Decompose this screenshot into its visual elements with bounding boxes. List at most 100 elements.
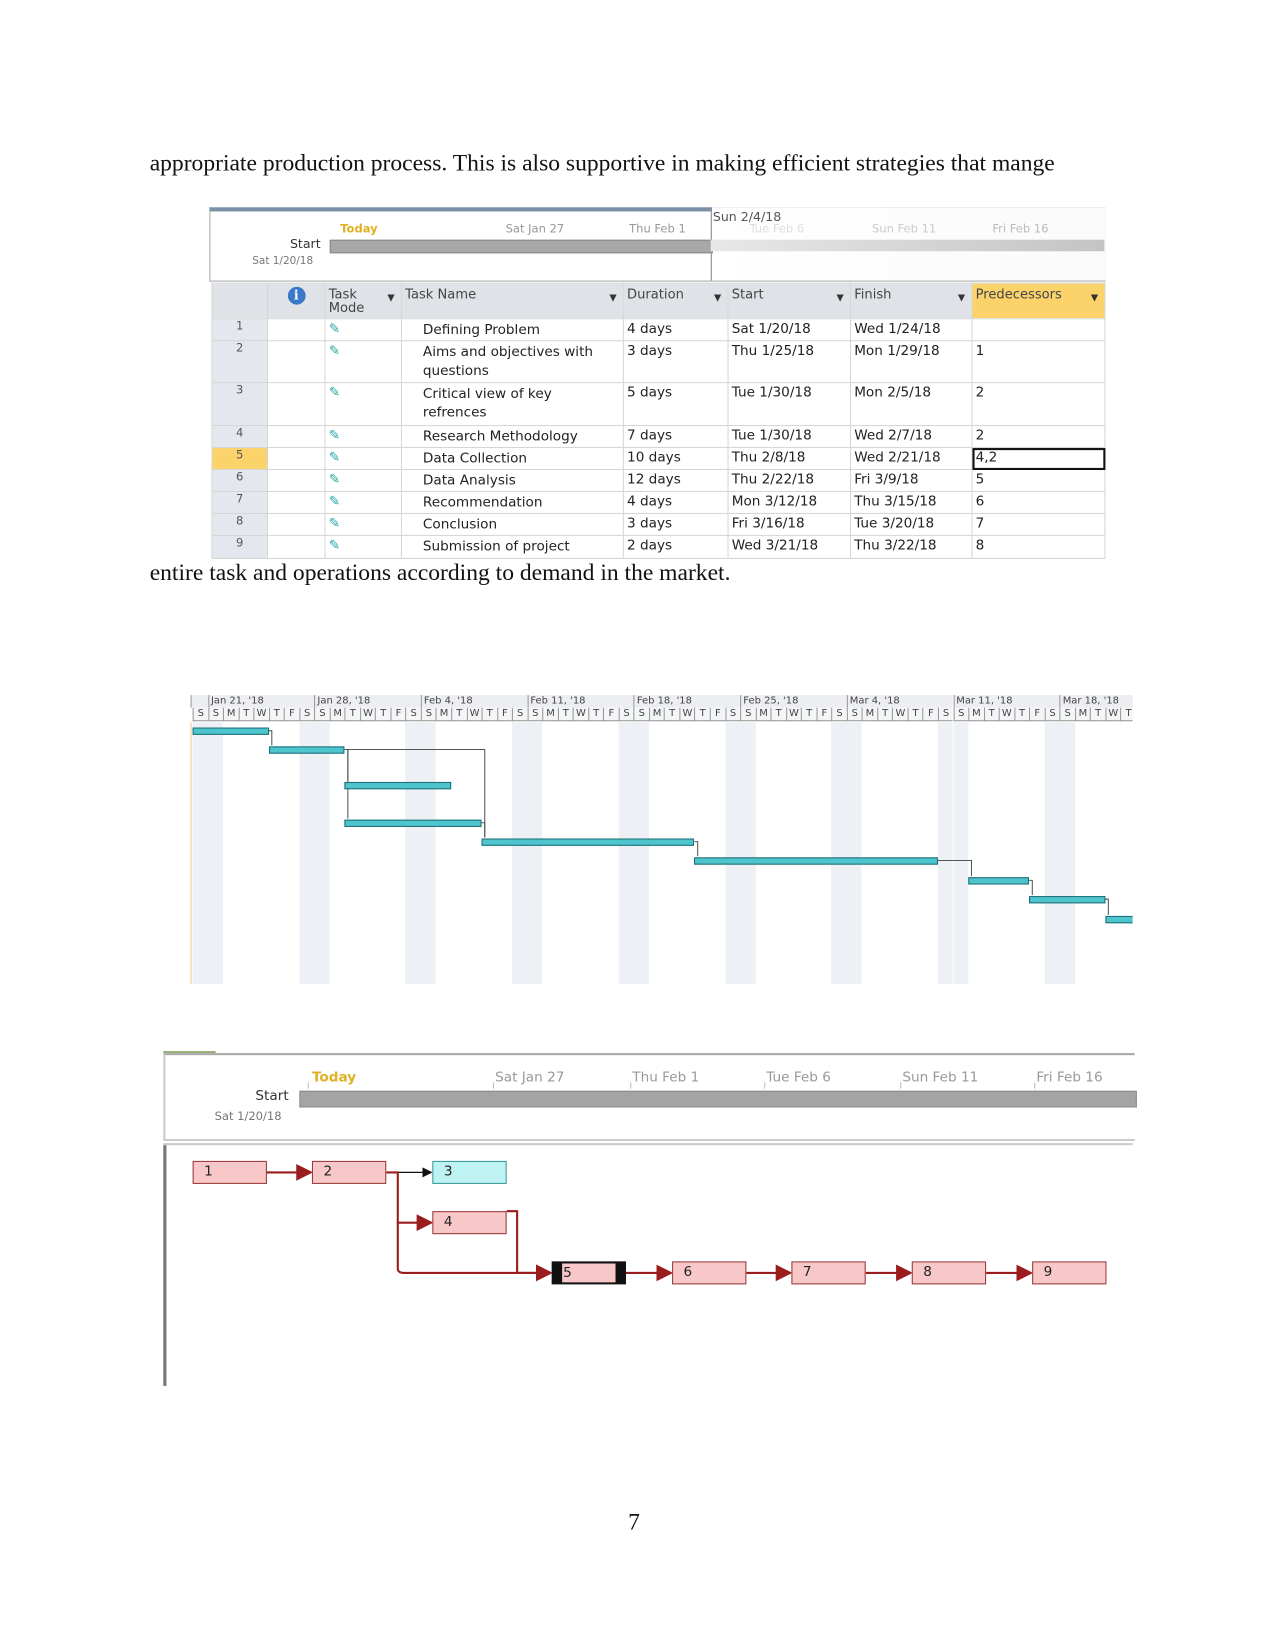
task-bar[interactable] xyxy=(192,727,269,735)
task-mode-cell[interactable]: ✎ xyxy=(324,318,402,342)
task-mode-cell[interactable]: ✎ xyxy=(324,490,402,514)
task-bar[interactable] xyxy=(268,746,345,754)
row-number[interactable]: 3 xyxy=(211,382,268,427)
task-mode-cell[interactable]: ✎ xyxy=(324,340,402,384)
task-row[interactable]: 9 ✎ Submission of project 2 days Wed 3/21/18… xyxy=(211,534,1106,559)
predecessors-cell[interactable]: 4,2 xyxy=(971,446,1106,471)
start-cell[interactable]: Tue 1/30/18 xyxy=(727,425,852,449)
column-finish[interactable]: Finish ▼ xyxy=(850,282,973,320)
finish-cell[interactable]: Tue 3/20/18 xyxy=(850,512,973,536)
task-mode-cell[interactable]: ✎ xyxy=(324,512,402,536)
task-name-cell[interactable]: Aims and objectives with questions xyxy=(400,340,624,384)
task-bar[interactable] xyxy=(1029,896,1106,904)
task-bar[interactable] xyxy=(694,857,938,865)
task-bar[interactable] xyxy=(481,838,695,846)
predecessors-cell[interactable]: 2 xyxy=(971,382,1106,427)
task-row[interactable]: 3 ✎ Critical view of key refrences 5 days Tu… xyxy=(211,382,1106,427)
dropdown-arrow-icon[interactable]: ▼ xyxy=(387,292,394,306)
dropdown-arrow-icon[interactable]: ▼ xyxy=(609,292,616,306)
start-cell[interactable]: Tue 1/30/18 xyxy=(727,382,852,427)
finish-cell[interactable]: Thu 3/22/18 xyxy=(850,534,973,559)
finish-cell[interactable]: Mon 2/5/18 xyxy=(850,382,973,427)
start-cell[interactable]: Thu 2/22/18 xyxy=(727,468,852,492)
task-name-cell[interactable]: Conclusion xyxy=(400,512,624,536)
column-predecessors[interactable]: Predecessors ▼ xyxy=(971,282,1106,320)
network-node-6[interactable]: 6 xyxy=(672,1261,747,1285)
row-number[interactable]: 8 xyxy=(211,512,268,536)
predecessors-cell[interactable] xyxy=(971,318,1106,342)
row-number[interactable]: 6 xyxy=(211,468,268,492)
network-node-8[interactable]: 8 xyxy=(911,1261,987,1285)
finish-cell[interactable]: Thu 3/15/18 xyxy=(850,490,973,514)
task-row[interactable]: 1 ✎ Defining Problem 4 days Sat 1/20/18 Wed 1… xyxy=(211,318,1106,342)
predecessors-cell[interactable]: 8 xyxy=(971,534,1106,559)
task-mode-cell[interactable]: ✎ xyxy=(324,468,402,492)
dropdown-arrow-icon[interactable]: ▼ xyxy=(714,292,721,306)
network-node-7[interactable]: 7 xyxy=(791,1261,866,1285)
network-node-2[interactable]: 2 xyxy=(311,1160,387,1184)
row-number[interactable]: 5 xyxy=(211,446,268,471)
task-name-cell[interactable]: Data Collection xyxy=(400,446,624,471)
task-bar[interactable] xyxy=(1105,915,1133,924)
network-node-5[interactable]: 5 xyxy=(551,1261,626,1285)
task-mode-cell[interactable]: ✎ xyxy=(324,534,402,559)
start-cell[interactable]: Wed 3/21/18 xyxy=(727,534,852,559)
start-cell[interactable]: Sat 1/20/18 xyxy=(727,318,852,342)
dropdown-arrow-icon[interactable]: ▼ xyxy=(1091,292,1098,306)
duration-cell[interactable]: 4 days xyxy=(622,490,729,514)
finish-cell[interactable]: Wed 2/7/18 xyxy=(850,425,973,449)
duration-cell[interactable]: 7 days xyxy=(622,425,729,449)
task-bar[interactable] xyxy=(344,819,482,827)
network-node-3[interactable]: 3 xyxy=(432,1160,507,1184)
network-node-4[interactable]: 4 xyxy=(432,1211,507,1235)
finish-cell[interactable]: Fri 3/9/18 xyxy=(850,468,973,492)
start-cell[interactable]: Thu 2/8/18 xyxy=(727,446,852,471)
start-cell[interactable]: Fri 3/16/18 xyxy=(727,512,852,536)
column-duration[interactable]: Duration ▼ xyxy=(622,282,729,320)
task-mode-cell[interactable]: ✎ xyxy=(324,425,402,449)
finish-cell[interactable]: Wed 1/24/18 xyxy=(850,318,973,342)
duration-cell[interactable]: 2 days xyxy=(622,534,729,559)
task-row[interactable]: 4 ✎ Research Methodology 7 days Tue 1/30/18 W… xyxy=(211,425,1106,449)
duration-cell[interactable]: 4 days xyxy=(622,318,729,342)
task-name-cell[interactable]: Research Methodology xyxy=(400,425,624,449)
network-node-9[interactable]: 9 xyxy=(1032,1261,1107,1285)
duration-cell[interactable]: 10 days xyxy=(622,446,729,471)
predecessors-cell[interactable]: 2 xyxy=(971,425,1106,449)
row-number[interactable]: 9 xyxy=(211,534,268,559)
task-row[interactable]: 2 ✎ Aims and objectives with questions 3 da… xyxy=(211,340,1106,384)
task-row[interactable]: 6 ✎ Data Analysis 12 days Thu 2/22/18 Fri 3/9… xyxy=(211,468,1106,492)
row-number[interactable]: 2 xyxy=(211,340,268,384)
duration-cell[interactable]: 3 days xyxy=(622,512,729,536)
network-node-1[interactable]: 1 xyxy=(192,1160,267,1184)
task-name-cell[interactable]: Data Analysis xyxy=(400,468,624,492)
duration-cell[interactable]: 3 days xyxy=(622,340,729,384)
dropdown-arrow-icon[interactable]: ▼ xyxy=(836,292,843,306)
predecessors-cell[interactable]: 6 xyxy=(971,490,1106,514)
row-number[interactable]: 1 xyxy=(211,318,268,342)
duration-cell[interactable]: 12 days xyxy=(622,468,729,492)
start-cell[interactable]: Mon 3/12/18 xyxy=(727,490,852,514)
predecessors-cell[interactable]: 1 xyxy=(971,340,1106,384)
task-mode-cell[interactable]: ✎ xyxy=(324,446,402,471)
duration-cell[interactable]: 5 days xyxy=(622,382,729,427)
task-mode-cell[interactable]: ✎ xyxy=(324,382,402,427)
task-row[interactable]: 8 ✎ Conclusion 3 days Fri 3/16/18 Tue 3/20/18… xyxy=(211,512,1106,536)
task-bar[interactable] xyxy=(968,877,1030,885)
task-name-cell[interactable]: Defining Problem xyxy=(400,318,624,342)
task-row[interactable]: 5 ✎ Data Collection 10 days Thu 2/8/18 Wed 2/… xyxy=(211,446,1106,471)
column-task-name[interactable]: Task Name ▼ xyxy=(400,282,624,320)
start-cell[interactable]: Thu 1/25/18 xyxy=(727,340,852,384)
predecessors-cell[interactable]: 7 xyxy=(971,512,1106,536)
column-start[interactable]: Start ▼ xyxy=(727,282,852,320)
row-number[interactable]: 4 xyxy=(211,425,268,449)
predecessors-cell[interactable]: 5 xyxy=(971,468,1106,492)
timeline-bar[interactable] xyxy=(329,239,713,254)
task-name-cell[interactable]: Submission of project xyxy=(400,534,624,559)
finish-cell[interactable]: Wed 2/21/18 xyxy=(850,446,973,471)
task-bar[interactable] xyxy=(344,781,452,790)
task-name-cell[interactable]: Critical view of key refrences xyxy=(400,382,624,427)
dropdown-arrow-icon[interactable]: ▼ xyxy=(958,292,965,306)
task-row[interactable]: 7 ✎ Recommendation 4 days Mon 3/12/18 Thu 3/1… xyxy=(211,490,1106,514)
column-task-mode[interactable]: Task Mode ▼ xyxy=(324,282,402,320)
